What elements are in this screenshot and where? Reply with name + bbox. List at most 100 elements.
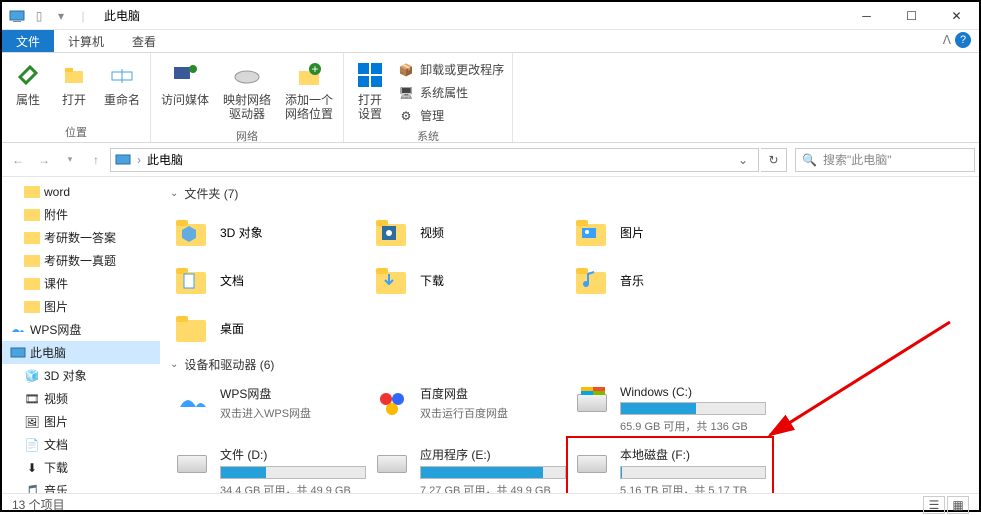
search-input[interactable]: 🔍 搜索"此电脑" (795, 148, 975, 172)
folder-label: 音乐 (620, 272, 644, 289)
drive-label: Windows (C:) (620, 385, 766, 399)
tree-item[interactable]: 附件 (2, 203, 160, 226)
tree-item[interactable]: WPS网盘 (2, 318, 160, 341)
drive-item[interactable]: 百度网盘双击运行百度网盘 (370, 379, 570, 440)
search-icon: 🔍 (802, 153, 817, 167)
title-bar: ▯ ▾ | 此电脑 ─ ☐ ✕ (2, 2, 979, 30)
refresh-button[interactable]: ↻ (761, 148, 787, 172)
tree-item[interactable]: 考研数一答案 (2, 226, 160, 249)
folder-label: 桌面 (220, 320, 244, 337)
folder-item[interactable]: 3D 对象 (170, 208, 370, 256)
tree-item-icon (24, 230, 40, 246)
uninstall-programs-button[interactable]: 📦卸载或更改程序 (394, 59, 508, 80)
properties-button[interactable]: 属性 (6, 55, 50, 111)
maximize-button[interactable]: ☐ (889, 2, 934, 30)
manage-button[interactable]: ⚙管理 (394, 105, 508, 126)
pc-icon (8, 7, 26, 25)
tree-item[interactable]: ⬇下载 (2, 456, 160, 479)
tree-item-label: 音乐 (44, 482, 68, 493)
tree-item-icon: 🎞 (24, 391, 40, 407)
ribbon: 属性 打开 重命名 位置 访问媒体 映射网络 驱动器 +添加一个 网络位置 网络… (2, 53, 979, 143)
access-media-button[interactable]: 访问媒体 (155, 55, 215, 111)
map-network-drive-button[interactable]: 映射网络 驱动器 (217, 55, 277, 126)
folder-icon (374, 262, 410, 298)
nav-tree[interactable]: word附件考研数一答案考研数一真题课件图片WPS网盘此电脑🧊3D 对象🎞视频🖼… (2, 177, 160, 493)
forward-button[interactable]: → (32, 148, 56, 172)
drives-group-header[interactable]: ⌄设备和驱动器 (6) (170, 356, 969, 373)
folder-item[interactable]: 音乐 (570, 256, 770, 304)
recent-dropdown[interactable]: ▾ (58, 148, 82, 172)
folder-item[interactable]: 视频 (370, 208, 570, 256)
tree-item[interactable]: 考研数一真题 (2, 249, 160, 272)
tree-item[interactable]: 🧊3D 对象 (2, 364, 160, 387)
tree-item[interactable]: 此电脑 (2, 341, 160, 364)
folder-icon (174, 262, 210, 298)
window-title: 此电脑 (104, 7, 140, 24)
tree-item-icon: 🎵 (24, 483, 40, 494)
tree-item-icon (24, 253, 40, 269)
tab-computer[interactable]: 计算机 (54, 30, 118, 52)
drive-item[interactable]: Windows (C:)65.9 GB 可用，共 136 GB (570, 379, 770, 440)
rename-button[interactable]: 重命名 (98, 55, 146, 111)
breadcrumb[interactable]: 此电脑 (147, 151, 183, 168)
folder-icon (374, 214, 410, 250)
system-properties-button[interactable]: 🖥系统属性 (394, 82, 508, 103)
drive-subtext: 7.27 GB 可用，共 49.9 GB (420, 482, 566, 493)
drive-icon (374, 385, 410, 421)
help-icon[interactable]: ? (955, 32, 971, 48)
drive-subtext: 34.4 GB 可用，共 49.9 GB (220, 482, 366, 493)
tree-item[interactable]: 图片 (2, 295, 160, 318)
usage-bar (620, 466, 766, 479)
folder-label: 视频 (420, 224, 444, 241)
folder-icon (174, 310, 210, 346)
details-view-button[interactable]: ☰ (923, 496, 945, 514)
tree-item-icon: 🖼 (24, 414, 40, 430)
minimize-button[interactable]: ─ (844, 2, 889, 30)
tree-item-icon (24, 276, 40, 292)
drive-subtext: 双击进入WPS网盘 (220, 405, 366, 421)
close-button[interactable]: ✕ (934, 2, 979, 30)
drive-item[interactable]: WPS网盘双击进入WPS网盘 (170, 379, 370, 440)
drive-label: 文件 (D:) (220, 446, 366, 463)
folder-icon (574, 262, 610, 298)
tree-item-label: WPS网盘 (30, 321, 81, 338)
drive-label: 应用程序 (E:) (420, 446, 566, 463)
folder-item[interactable]: 桌面 (170, 304, 370, 352)
tree-item-label: 下载 (44, 459, 68, 476)
qat-item[interactable]: ▯ (30, 7, 48, 25)
tab-view[interactable]: 查看 (118, 30, 170, 52)
drive-label: WPS网盘 (220, 385, 366, 402)
drive-item[interactable]: 应用程序 (E:) 7.27 GB 可用，共 49.9 GB (370, 440, 570, 493)
tree-item[interactable]: 课件 (2, 272, 160, 295)
tree-item[interactable]: 🖼图片 (2, 410, 160, 433)
add-network-location-button[interactable]: +添加一个 网络位置 (279, 55, 339, 126)
tree-item[interactable]: 🎞视频 (2, 387, 160, 410)
content-pane[interactable]: ⌄文件夹 (7) 3D 对象 视频 图片文档 下载 音乐桌面 ⌄设备和驱动器 (6) W… (160, 177, 979, 493)
tree-item[interactable]: word (2, 181, 160, 203)
folder-icon (574, 214, 610, 250)
tree-item-icon: ⬇ (24, 460, 40, 476)
tree-item[interactable]: 📄文档 (2, 433, 160, 456)
folder-item[interactable]: 下载 (370, 256, 570, 304)
up-button[interactable]: ↑ (84, 148, 108, 172)
tree-item-icon (10, 345, 26, 361)
folder-item[interactable]: 文档 (170, 256, 370, 304)
folder-label: 下载 (420, 272, 444, 289)
icons-view-button[interactable]: ▦ (947, 496, 969, 514)
tree-item[interactable]: 🎵 音乐 (2, 479, 160, 493)
folders-group-header[interactable]: ⌄文件夹 (7) (170, 185, 969, 202)
drive-icon (174, 446, 210, 482)
tree-item-icon: 🧊 (24, 368, 40, 384)
open-button[interactable]: 打开 (52, 55, 96, 111)
open-settings-button[interactable]: 打开 设置 (348, 55, 392, 126)
folder-item[interactable]: 图片 (570, 208, 770, 256)
back-button[interactable]: ← (6, 148, 30, 172)
collapse-ribbon-icon[interactable]: ᐱ (943, 33, 951, 47)
drive-item[interactable]: 文件 (D:) 34.4 GB 可用，共 49.9 GB (170, 440, 370, 493)
tree-item-label: 此电脑 (30, 344, 66, 361)
address-dropdown-icon[interactable]: ⌄ (732, 153, 754, 167)
qat-item[interactable]: ▾ (52, 7, 70, 25)
tree-item-label: 图片 (44, 413, 68, 430)
address-box[interactable]: › 此电脑 ⌄ (110, 148, 759, 172)
tab-file[interactable]: 文件 (2, 30, 54, 52)
